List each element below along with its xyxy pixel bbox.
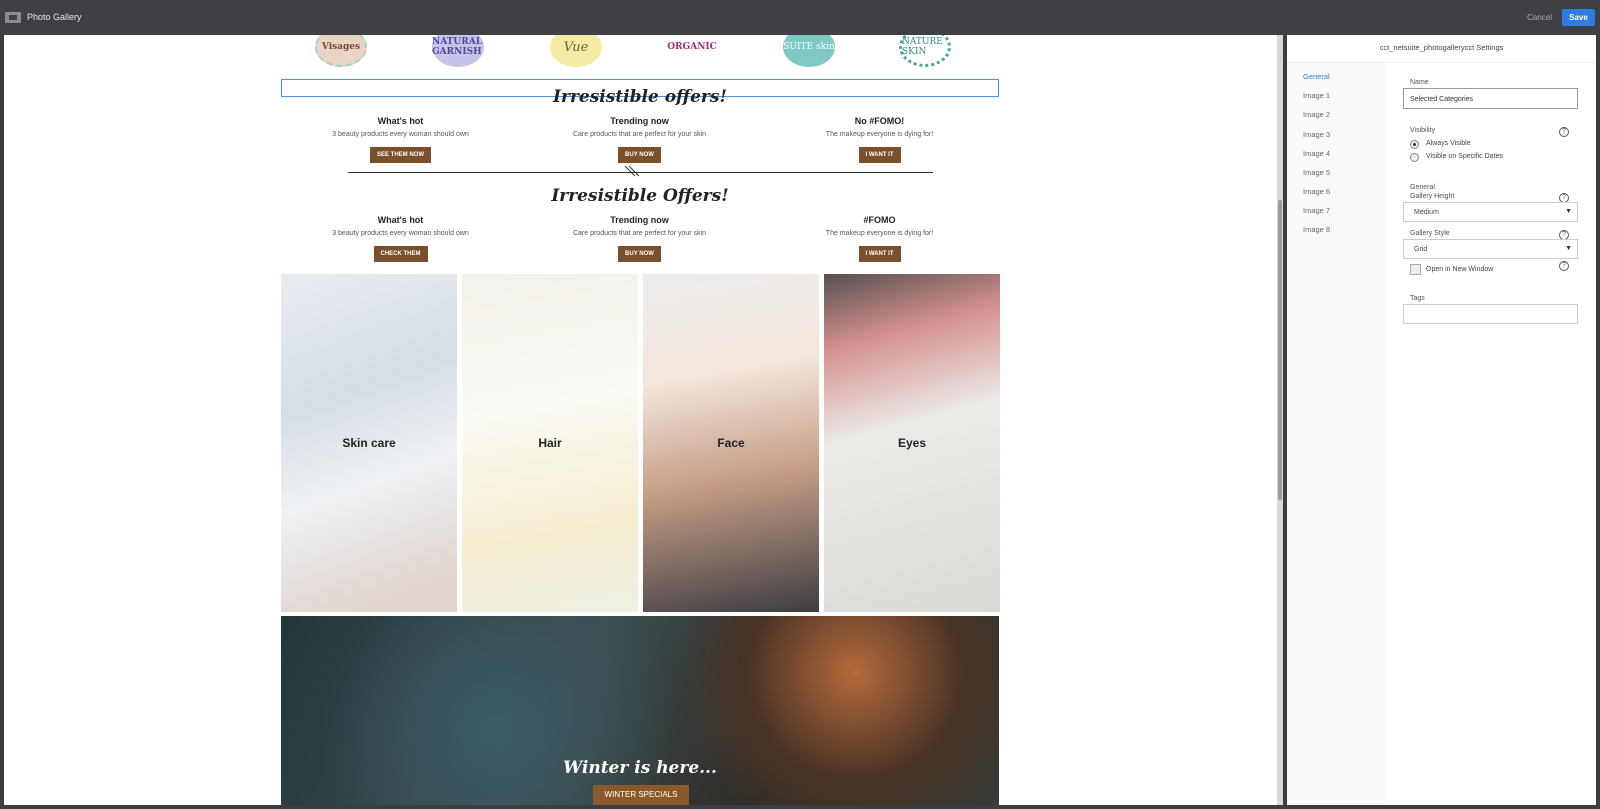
offer-text: Care products that are perfect for your … [572,230,707,237]
nav-image-8[interactable]: Image 8 [1303,225,1330,234]
offer-text: The makeup everyone is dying for! [825,230,934,237]
nav-image-5[interactable]: Image 5 [1303,168,1330,177]
offer-column: #FOMO The makeup everyone is dying for! … [760,215,999,262]
offer-text: 3 beauty products every woman should own [332,230,469,237]
tile-label: Face [717,436,745,450]
tile-label: Hair [538,436,562,450]
tags-input[interactable] [1403,304,1578,324]
page-canvas: Visages NATURAL GARNISH Vue ORGANIC SUIT… [4,35,1281,805]
brand-logo-natural-garnish: NATURAL GARNISH [432,35,484,67]
offer-heading: What's hot [377,116,424,126]
chevron-down-icon: ▼ [1565,245,1572,252]
category-tile-skin-care[interactable]: Skin care [281,274,457,612]
tags-label: Tags [1410,295,1425,302]
save-button[interactable]: Save [1562,9,1595,26]
settings-title: cct_netsuite_photogallerycct Settings [1287,35,1596,63]
open-new-window-checkbox[interactable] [1410,264,1421,275]
offers-title: Irresistible offers! [553,87,727,107]
winter-specials-button[interactable]: WINTER SPECIALS [593,785,689,805]
gallery-style-value: Grid [1414,246,1428,253]
brand-logo-organic: ORGANIC [667,42,717,52]
brand-logo-nature-skin: NATURE SKIN [899,35,951,67]
name-label: Name [1410,79,1429,86]
offer-text: Care products that are perfect for your … [572,131,707,138]
offer-button[interactable]: I WANT IT [858,147,901,163]
offer-heading: #FOMO [863,215,896,225]
offer-button[interactable]: I WANT IT [858,246,901,262]
gallery-height-label: Gallery Height [1410,193,1455,200]
cancel-button[interactable]: Cancel [1527,13,1552,22]
offer-text: The makeup everyone is dying for! [825,131,934,138]
brand-logo-visages: Visages [315,35,367,67]
offer-heading: What's hot [377,215,424,225]
open-new-window-label: Open in New Window [1426,266,1494,273]
category-tile-hair[interactable]: Hair [462,274,638,612]
nav-image-4[interactable]: Image 4 [1303,149,1330,158]
offer-text: 3 beauty products every woman should own [332,131,469,138]
gallery-style-label: Gallery Style [1410,230,1450,237]
specific-dates-label: Visible on Specific Dates [1426,153,1503,160]
page-content: Visages NATURAL GARNISH Vue ORGANIC SUIT… [281,35,1000,805]
winter-banner: Winter is here... WINTER SPECIALS [281,616,999,805]
offer-button[interactable]: BUY NOW [618,147,661,163]
offer-heading: No #FOMO! [854,116,905,126]
settings-nav: General Image 1 Image 2 Image 3 Image 4 … [1287,63,1385,805]
new-window-help-icon[interactable]: ? [1559,261,1569,271]
tile-label: Eyes [897,436,927,450]
chevron-down-icon: ▼ [1565,208,1572,215]
general-label: General [1410,184,1435,191]
offer-button[interactable]: SEE THEM NOW [369,147,431,163]
top-bar: Photo Gallery Cancel Save [0,0,1600,35]
canvas-scrollbar[interactable] [1277,35,1283,805]
nav-image-2[interactable]: Image 2 [1303,110,1330,119]
banner-title: Winter is here... [563,758,717,778]
nav-general[interactable]: General [1303,72,1330,81]
category-gallery: Skin care Hair Face Eyes [281,274,1000,612]
offer-column: Trending now Care products that are perf… [520,215,759,262]
gallery-icon [5,12,21,23]
offer-column: No #FOMO! The makeup everyone is dying f… [760,116,999,163]
offer-button[interactable]: CHECK THEM [373,246,428,262]
offer-column: What's hot 3 beauty products every woman… [281,215,520,262]
tile-label: Skin care [342,436,396,450]
offer-button[interactable]: BUY NOW [618,246,661,262]
nav-image-6[interactable]: Image 6 [1303,187,1330,196]
gallery-height-select[interactable]: Medium ▼ [1403,202,1578,222]
nav-image-7[interactable]: Image 7 [1303,206,1330,215]
category-tile-eyes[interactable]: Eyes [824,274,1000,612]
specific-dates-radio[interactable] [1410,153,1419,162]
always-visible-label: Always Visible [1426,140,1471,147]
offer-column: What's hot 3 beauty products every woman… [281,116,520,163]
brand-logo-suite-skin: SUITE skin [783,35,835,67]
gallery-style-select[interactable]: Grid ▼ [1403,239,1578,259]
name-input[interactable]: Selected Categories [1403,88,1578,109]
gallery-height-value: Medium [1414,209,1439,216]
scroll-thumb[interactable] [1278,200,1282,500]
brand-logo-vue: Vue [550,35,602,67]
settings-panel: cct_netsuite_photogallerycct Settings Ge… [1287,35,1596,805]
brand-logos: Visages NATURAL GARNISH Vue ORGANIC SUIT… [281,35,999,69]
offer-heading: Trending now [610,116,669,126]
nav-image-1[interactable]: Image 1 [1303,91,1330,100]
category-tile-face[interactable]: Face [643,274,819,612]
offers-title: Irresistible Offers! [551,186,729,206]
offer-column: Trending now Care products that are perf… [520,116,759,163]
always-visible-radio[interactable] [1410,140,1419,149]
divider-slash-icon [624,165,640,177]
offer-heading: Trending now [610,215,669,225]
visibility-label: Visibility [1410,127,1436,134]
visibility-help-icon[interactable]: ? [1559,127,1569,137]
nav-image-3[interactable]: Image 3 [1303,130,1330,139]
app-title: Photo Gallery [27,12,82,22]
